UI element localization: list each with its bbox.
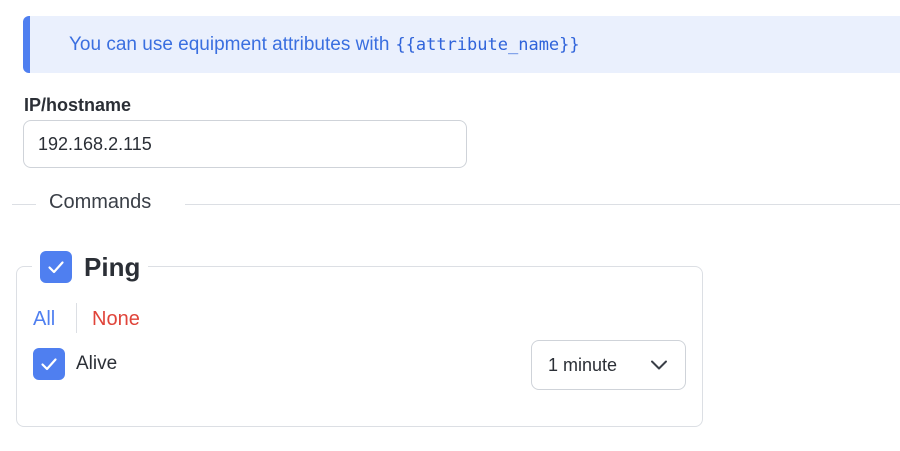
alive-interval-select[interactable]: 1 minute (531, 340, 686, 390)
info-text: You can use equipment attributes with (69, 33, 390, 55)
chevron-down-icon (651, 360, 667, 370)
ping-title: Ping (84, 251, 141, 282)
checkmark-icon (41, 358, 57, 371)
select-all-link[interactable]: All (33, 308, 55, 331)
commands-section-title: Commands (49, 191, 152, 213)
equipment-config-page: You can use equipment attributes with {{… (0, 0, 900, 451)
link-separator (76, 303, 77, 333)
alive-checkbox[interactable] (33, 348, 65, 380)
interval-selected-value: 1 minute (548, 354, 618, 375)
ip-hostname-label: IP/hostname (24, 95, 132, 115)
ping-checkbox[interactable] (40, 251, 72, 283)
info-banner: You can use equipment attributes with {{… (23, 16, 900, 73)
ping-legend: Ping (32, 248, 149, 286)
ip-hostname-input[interactable] (23, 120, 467, 168)
divider-line-right (185, 204, 900, 205)
commands-divider: Commands (0, 191, 900, 217)
alive-command-row: Alive (33, 348, 117, 380)
alive-label: Alive (76, 353, 118, 374)
select-none-link[interactable]: None (92, 308, 140, 331)
divider-line-left (12, 204, 36, 205)
attribute-syntax-code: {{attribute_name}} (395, 34, 580, 55)
checkmark-icon (48, 261, 64, 274)
